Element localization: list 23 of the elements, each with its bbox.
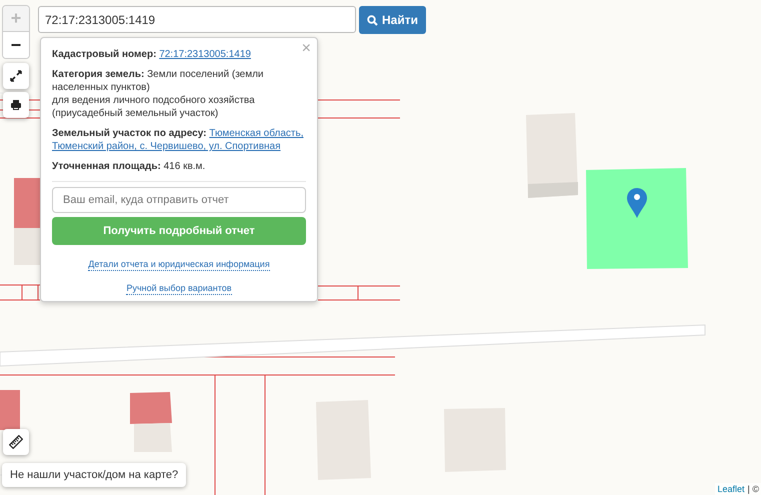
search-field[interactable]: 72:17:2313005:1419 [38,6,356,33]
popup-link[interactable]: Детали отчета и юридическая информация [88,259,270,271]
popup-link[interactable]: Ручной выбор вариантов [126,283,232,295]
area-text: Уточненная площадь: 416 кв.м. [52,160,206,173]
address-link[interactable]: Тюменская область, [209,128,304,139]
search-icon [367,14,378,26]
ruler-icon [9,435,23,449]
cadastral-number-link[interactable]: 72:17:2313005:1419 [159,49,251,60]
cadastral-number-text: Кадастровый номер: 72:17:2313005:1419 [52,48,252,61]
expand-icon [10,70,22,82]
map-marker-icon[interactable] [626,187,648,219]
printer-icon [10,99,22,111]
land-category-text: Категория земель: Земли поселений (земли населенных пунктов) для ведения личного подсобного хозяйства (приусадебный земельный участок) [52,68,265,120]
print-button[interactable] [3,92,29,118]
leaflet-link[interactable]: Leaflet [717,484,745,494]
not-found-button[interactable]: Не нашли участок/дом на карте? [2,463,186,487]
address-text: Земельный участок по адресу: Тюменская область, Тюменский район, с. Червишево, ул. Спортивная [52,127,304,153]
attribution-text: | © [748,484,759,494]
email-field[interactable]: Ваш email, куда отправить отчет [52,187,306,213]
fullscreen-button[interactable] [3,63,29,89]
search-button[interactable]: Найти [359,6,426,34]
measure-button[interactable] [3,429,29,455]
address-link[interactable]: Тюменский район, с. Червишево, ул. Спортивная [52,141,281,152]
